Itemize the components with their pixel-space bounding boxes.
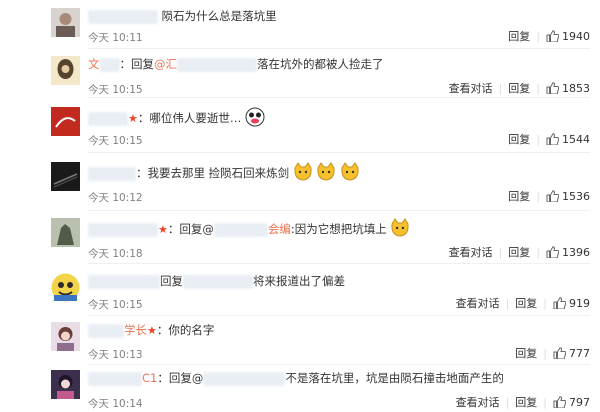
thumbs-up-icon[interactable] <box>546 246 559 258</box>
thumbs-up-icon[interactable] <box>553 297 566 309</box>
mention-blurred[interactable] <box>183 274 253 289</box>
username-partial[interactable]: 文 <box>88 57 100 71</box>
avatar[interactable] <box>51 322 80 351</box>
mention-blurred[interactable] <box>213 222 268 237</box>
divider <box>88 152 590 153</box>
avatar[interactable] <box>51 273 80 302</box>
username-partial[interactable]: C1 <box>142 371 157 385</box>
comment-time: 今天 10:15 <box>88 299 143 311</box>
vip-star-icon: ★ <box>158 223 168 236</box>
thumbs-up-icon[interactable] <box>553 347 566 359</box>
like-count: 1940 <box>562 29 590 43</box>
username-blurred[interactable] <box>99 57 120 72</box>
avatar[interactable] <box>51 162 80 191</box>
comment-text: ：我要去那里 捡陨石回来炼剑 <box>136 166 290 180</box>
reply-link[interactable]: 回复 <box>508 188 530 204</box>
thumbs-up-icon[interactable] <box>546 133 559 145</box>
reply-prefix: 回复 <box>160 274 183 288</box>
username-blurred[interactable] <box>88 323 124 338</box>
like-count: 797 <box>569 395 590 409</box>
like-count: 777 <box>569 346 590 360</box>
view-conversation-link[interactable]: 查看对话 <box>449 244 493 260</box>
avatar[interactable] <box>51 218 80 247</box>
comment-text: 陨石为什么总是落坑里 <box>161 9 277 23</box>
username-blurred[interactable] <box>88 222 158 237</box>
reply-link[interactable]: 回复 <box>515 295 537 311</box>
like-count: 919 <box>569 296 590 310</box>
mention-blurred[interactable] <box>177 57 257 72</box>
thumbs-up-icon[interactable] <box>553 396 566 408</box>
thumbs-up-icon[interactable] <box>546 30 559 42</box>
view-conversation-link[interactable]: 查看对话 <box>456 394 500 410</box>
comment-text: ：你的名字 <box>156 323 215 337</box>
comment-time: 今天 10:15 <box>88 84 143 96</box>
view-conversation-link[interactable]: 查看对话 <box>449 80 493 96</box>
divider <box>88 97 590 98</box>
mention-blurred[interactable] <box>203 371 286 386</box>
reply-link[interactable]: 回复 <box>515 345 537 361</box>
cat-emoji-icon <box>391 218 409 237</box>
comment-text: ：哪位伟人要逝世… <box>137 111 242 125</box>
comment-text: 落在坑外的都被人捡走了 <box>257 57 384 71</box>
vip-star-icon: ★ <box>147 324 157 337</box>
thumbs-up-icon[interactable] <box>546 82 559 94</box>
comment-time: 今天 10:14 <box>88 398 143 410</box>
username-partial[interactable]: 学长 <box>124 323 147 337</box>
panda-emoji-icon <box>245 107 265 127</box>
like-count: 1536 <box>562 189 590 203</box>
avatar[interactable] <box>51 107 80 136</box>
divider <box>88 263 590 264</box>
divider <box>88 364 590 365</box>
view-conversation-link[interactable]: 查看对话 <box>456 295 500 311</box>
comment-time: 今天 10:13 <box>88 349 143 361</box>
cat-emoji-icon <box>294 162 312 181</box>
comment-time: 今天 10:11 <box>88 32 143 44</box>
username-blurred[interactable] <box>88 9 158 24</box>
thumbs-up-icon[interactable] <box>546 190 559 202</box>
comment-text: :因为它想把坑填上 <box>290 222 387 236</box>
reply-prefix: ：回复@ <box>157 371 204 385</box>
divider <box>88 210 590 211</box>
like-count: 1396 <box>562 245 590 259</box>
like-count: 1853 <box>562 81 590 95</box>
comment-time: 今天 10:12 <box>88 192 143 204</box>
mention-link[interactable]: 会编 <box>268 222 291 236</box>
comment-text: 不是落在坑里，坑是由陨石撞击地面产生的 <box>285 371 504 385</box>
reply-link[interactable]: 回复 <box>515 394 537 410</box>
reply-link[interactable]: 回复 <box>508 80 530 96</box>
reply-link[interactable]: 回复 <box>508 244 530 260</box>
comment-text: 将来报道出了偏差 <box>253 274 345 288</box>
avatar[interactable] <box>51 56 80 85</box>
reply-link[interactable]: 回复 <box>508 131 530 147</box>
like-count: 1544 <box>562 132 590 146</box>
comment-time: 今天 10:18 <box>88 248 143 260</box>
avatar[interactable] <box>51 8 80 37</box>
comment-time: 今天 10:15 <box>88 135 143 147</box>
divider <box>88 48 590 49</box>
cat-emoji-icon <box>317 162 336 181</box>
avatar[interactable] <box>51 370 80 399</box>
vip-star-icon: ★ <box>128 112 138 125</box>
comment-list: 陨石为什么总是落坑里 今天 10:11 回复 | 1940 文：回复@汇 落在坑外… <box>0 0 600 412</box>
divider <box>88 315 590 316</box>
username-blurred[interactable] <box>88 371 142 386</box>
username-blurred[interactable] <box>88 111 128 126</box>
username-blurred[interactable] <box>88 166 136 181</box>
reply-link[interactable]: 回复 <box>508 28 530 44</box>
mention-link[interactable]: @汇 <box>154 57 177 71</box>
username-blurred[interactable] <box>88 274 160 289</box>
reply-prefix: ：回复@ <box>167 222 214 236</box>
cat-emoji-icon <box>341 162 359 181</box>
reply-prefix: ：回复 <box>119 57 155 71</box>
